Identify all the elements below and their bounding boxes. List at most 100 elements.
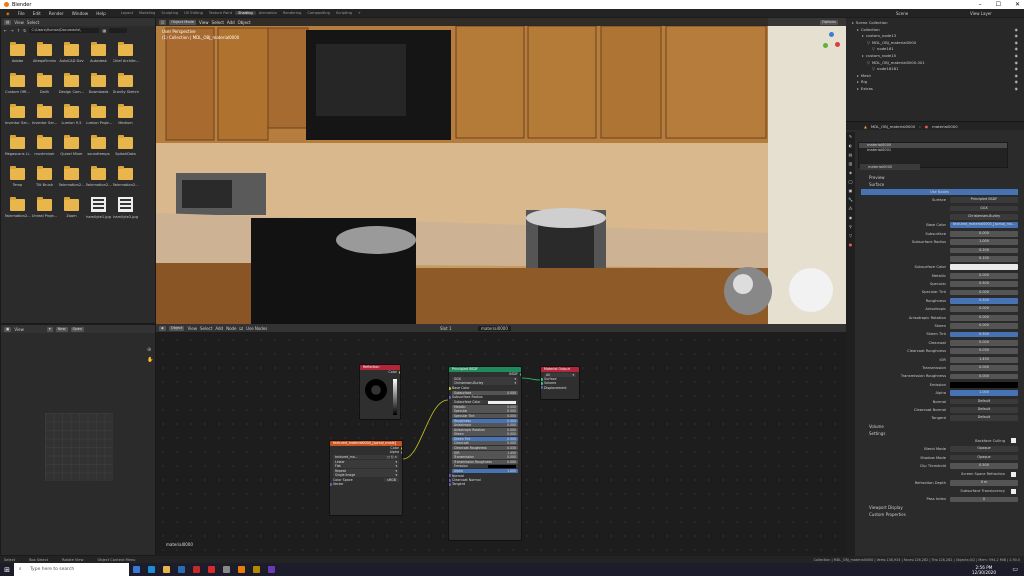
surface-section[interactable]: Surface: [855, 181, 1024, 188]
constraints-tab-icon[interactable]: ⚲: [849, 224, 852, 229]
bsdf-input-row[interactable]: Subsurface 0.000: [452, 390, 518, 395]
outliner-row[interactable]: ▸ Scene Collection: [846, 20, 1024, 27]
property-field[interactable]: 0 m: [950, 479, 1018, 486]
illustrator-icon[interactable]: [253, 566, 260, 573]
file-explorer-icon[interactable]: [163, 566, 170, 573]
shader-node-editor[interactable]: ◈ Object View Select Add Node ☑ Use Node…: [156, 324, 846, 556]
file-item[interactable]: Lumion 9.5: [58, 100, 85, 131]
bsdf-input-row[interactable]: Metallic 0.000: [452, 404, 518, 409]
node-material-output[interactable]: Material Output All ▾ Surface Volume Disp…: [540, 366, 580, 400]
bsdf-input-row[interactable]: Clearcoat 0.000: [452, 441, 518, 446]
file-item[interactable]: [139, 162, 155, 193]
blender-menu-icon[interactable]: ◉: [2, 11, 14, 16]
tab-shading[interactable]: Shading: [235, 11, 256, 15]
bsdf-input-row[interactable]: IOR 1.450: [452, 450, 518, 455]
property-field[interactable]: 0.000: [950, 373, 1018, 380]
viewport-select-menu[interactable]: Select: [212, 20, 224, 25]
windows-start-icon[interactable]: ⊞: [0, 566, 14, 574]
viewport-options-button[interactable]: Options: [820, 19, 838, 25]
tab-compositing[interactable]: Compositing: [304, 11, 333, 15]
file-item[interactable]: Twinmotion2...: [85, 162, 112, 193]
outliner-row[interactable]: ▽ node18181 ◉: [846, 66, 1024, 73]
node-image-texture[interactable]: textured_material0000_[sprsql_mode] Colo…: [329, 440, 403, 516]
bsdf-input-row[interactable]: Anisotropic Rotation 0.000: [452, 427, 518, 432]
image-editor-type-button[interactable]: ▣: [4, 326, 12, 332]
notification-icon[interactable]: ▭: [1012, 566, 1018, 573]
tab-animation[interactable]: Animation: [256, 11, 280, 15]
file-search-field[interactable]: [109, 27, 128, 33]
object-tab-icon[interactable]: ▣: [849, 188, 853, 193]
file-item[interactable]: Inventor Ser...: [4, 100, 31, 131]
edge-icon[interactable]: [148, 566, 155, 573]
property-field[interactable]: 0.000: [950, 314, 1018, 321]
minimize-icon[interactable]: –: [979, 1, 982, 8]
visibility-icon[interactable]: ◉: [1015, 86, 1018, 93]
visibility-icon[interactable]: ◉: [1015, 46, 1018, 53]
3d-viewport[interactable]: ◫ Object Mode View Select Add Object Opt…: [156, 18, 846, 324]
visibility-icon[interactable]: ◉: [1015, 53, 1018, 60]
file-item[interactable]: [139, 69, 155, 100]
file-item[interactable]: Quixel Mixer: [58, 131, 85, 162]
property-field[interactable]: 1.000: [950, 390, 1018, 397]
visibility-icon[interactable]: ◉: [1015, 66, 1018, 73]
photoshop-icon[interactable]: [178, 566, 185, 573]
bsdf-distribution-select[interactable]: GGX ▾: [452, 376, 518, 381]
file-item[interactable]: AlteqoFinmix: [31, 38, 58, 69]
image-mode-select[interactable]: ▾: [46, 326, 53, 332]
file-item[interactable]: AutoCAD Dev: [58, 38, 85, 69]
property-field[interactable]: 1.000: [950, 239, 1018, 246]
bsdf-input-row[interactable]: Sheen Tint 0.500: [452, 436, 518, 441]
outliner-row[interactable]: ▽ node161 ◉: [846, 46, 1024, 53]
particles-tab-icon[interactable]: ⁂: [849, 206, 853, 211]
property-field[interactable]: 0.500: [950, 281, 1018, 287]
viewport-object-menu[interactable]: Object: [238, 20, 251, 25]
bsdf-input-row[interactable]: Roughness 0.500: [452, 418, 518, 423]
file-item[interactable]: [139, 38, 155, 69]
menu-edit[interactable]: Edit: [29, 11, 45, 16]
property-field[interactable]: 0.000: [950, 272, 1018, 279]
physics-tab-icon[interactable]: ◉: [849, 215, 853, 220]
outliner-row[interactable]: ▸ Extras ◉: [846, 86, 1024, 93]
file-view-menu[interactable]: View: [14, 20, 24, 25]
file-item[interactable]: Dalih: [31, 69, 58, 100]
bsdf-input-row[interactable]: Emission: [452, 464, 518, 469]
premiere-icon[interactable]: [268, 566, 275, 573]
property-field[interactable]: 0: [950, 496, 1018, 503]
maximize-icon[interactable]: ☐: [996, 1, 1001, 8]
viewport-add-menu[interactable]: Add: [227, 20, 235, 25]
visibility-icon[interactable]: ◉: [1015, 79, 1018, 86]
settings-section[interactable]: Settings: [855, 430, 1024, 437]
file-item[interactable]: Zoom: [58, 193, 85, 224]
menu-render[interactable]: Render: [45, 11, 68, 16]
visibility-icon[interactable]: ◉: [1015, 60, 1018, 67]
bsdf-sss-select[interactable]: Christensen-Burley ▾: [452, 381, 518, 386]
display-mode-icon[interactable]: ▦: [102, 28, 106, 33]
file-item[interactable]: hamilyte1.jpg: [85, 193, 112, 224]
add-workspace-button[interactable]: +: [355, 11, 364, 15]
refresh-icon[interactable]: ↻: [23, 28, 26, 33]
property-field[interactable]: 0.500: [950, 331, 1018, 338]
bsdf-input-row[interactable]: Sheen 0.000: [452, 432, 518, 437]
property-field[interactable]: Default: [950, 415, 1018, 422]
file-item[interactable]: Dravity Sketch: [112, 69, 139, 100]
file-select-menu[interactable]: Select: [27, 20, 39, 25]
file-item[interactable]: Downloads: [85, 69, 112, 100]
node-principled-bsdf[interactable]: Principled BSDF BSDF GGX ▾ Christensen-Bu…: [448, 366, 522, 541]
file-item[interactable]: SplashData: [112, 131, 139, 162]
navigation-gizmo[interactable]: [821, 32, 841, 52]
file-item[interactable]: Twinmotion2...: [58, 162, 85, 193]
outliner-row[interactable]: ▸ Collection ◉: [846, 27, 1024, 34]
file-item[interactable]: Twinmotion2...: [4, 193, 31, 224]
projection-select[interactable]: Flat ▾: [333, 464, 399, 469]
checkbox[interactable]: [1011, 488, 1016, 494]
property-field[interactable]: 0.000: [950, 289, 1018, 296]
property-field[interactable]: Opaque: [950, 446, 1018, 453]
view-layer-selector[interactable]: View Layer: [970, 11, 992, 16]
tab-texture-paint[interactable]: Texture Paint: [206, 11, 235, 15]
viewport-view-menu[interactable]: View: [199, 20, 209, 25]
outliner-row[interactable]: ▸ Rig ◉: [846, 79, 1024, 86]
sss-method-select[interactable]: Christensen-Burley: [950, 214, 1018, 220]
file-item[interactable]: Custom Offi...: [4, 69, 31, 100]
property-field[interactable]: Default: [950, 398, 1018, 405]
property-field[interactable]: Opaque: [950, 454, 1018, 461]
